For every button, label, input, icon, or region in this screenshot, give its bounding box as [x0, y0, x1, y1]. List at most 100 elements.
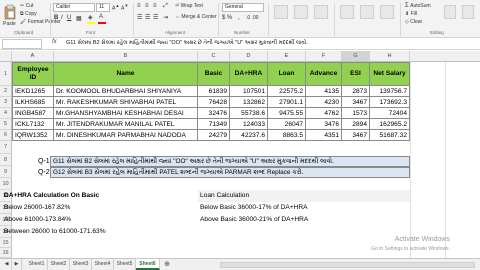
cell-esi[interactable]: 3467 — [342, 97, 370, 108]
underline-button[interactable]: U — [67, 15, 71, 21]
header-loan[interactable]: Loan — [268, 62, 306, 86]
cell-basic[interactable]: 24279 — [198, 130, 230, 141]
loan-title[interactable]: Loan Calculation — [200, 192, 249, 199]
currency-button[interactable]: $ % — [222, 15, 232, 21]
cell-loan[interactable]: 26047 — [268, 119, 306, 130]
cell-net-salary[interactable]: 72404 — [370, 108, 410, 119]
number-format-dropdown[interactable]: General — [222, 3, 264, 12]
tab-sheet1[interactable]: Sheet1 — [26, 259, 48, 270]
cell-name[interactable]: Mr. RAKESHKUMAR SHIVABHAI PATEL — [54, 97, 198, 108]
select-all-corner[interactable] — [0, 51, 12, 62]
cell-employee-id[interactable]: IEKD1265 — [12, 86, 54, 97]
add-sheet-button[interactable]: ⊕ — [162, 259, 172, 270]
cell-name[interactable]: Mr. DINESHKUMAR PARMABHAI NADODA — [54, 130, 198, 141]
cell-advance[interactable]: 4762 — [306, 108, 342, 119]
font-color-button[interactable]: A — [99, 14, 103, 20]
horizontal-scrollbar[interactable] — [220, 262, 475, 268]
delete-button[interactable] — [360, 5, 374, 19]
row-header-15[interactable]: 15 — [0, 238, 12, 248]
cut-button[interactable]: ✂ Cut — [20, 3, 33, 9]
fx-icon[interactable]: fx — [52, 39, 57, 45]
cell-esi[interactable]: 1573 — [342, 108, 370, 119]
formula-input[interactable]: G11 સેલમાં B2 સેલમાં રહેલ માહિતીમાંથી જ્… — [66, 40, 308, 47]
header-advance[interactable]: Advance — [306, 62, 342, 86]
column-header-d[interactable]: D — [230, 51, 268, 62]
cell-advance[interactable]: 3476 — [306, 119, 342, 130]
loan-line-1[interactable]: Below Basic 36000-17% of DA+HRA — [200, 204, 308, 211]
column-header-b[interactable]: B — [54, 51, 198, 62]
loan-line-2[interactable]: Above Basic 36000-21% of DA+HRA — [200, 216, 308, 223]
row-header-4[interactable]: 4 — [0, 108, 12, 119]
font-name-dropdown[interactable]: Calibri — [53, 3, 95, 12]
decimal-buttons[interactable]: .0 .00 — [246, 15, 259, 21]
grow-font-button[interactable]: A▲ — [112, 3, 119, 12]
da-hra-line-1[interactable]: Below 26000-167.82% — [4, 204, 70, 211]
cell-esi[interactable]: 3467 — [342, 130, 370, 141]
cell-basic[interactable]: 71349 — [198, 119, 230, 130]
tab-sheet4[interactable]: Sheet4 — [92, 259, 114, 270]
cell-name[interactable]: Mr. JITENDRAKUMAR MANILAL PATEL — [54, 119, 198, 130]
find-select-button[interactable] — [462, 5, 474, 19]
cell-loan[interactable]: 8863.5 — [268, 130, 306, 141]
insert-button[interactable] — [340, 5, 354, 19]
row-header-9[interactable]: 9 — [0, 166, 12, 178]
cell-da-hra[interactable]: 124033 — [230, 119, 268, 130]
cell-net-salary[interactable]: 51687.32 — [370, 130, 410, 141]
wrap-text-button[interactable]: ⏎ Wrap Text — [175, 3, 203, 9]
cell-net-salary[interactable]: 139756.7 — [370, 86, 410, 97]
copy-button[interactable]: ⧉ Copy — [20, 11, 37, 17]
header-net-salary[interactable]: Net Salary — [370, 62, 410, 86]
cell-net-salary[interactable]: 162965.2 — [370, 119, 410, 130]
merge-center-button[interactable]: ⇔ Merge & Center — [175, 14, 217, 20]
cell-employee-id[interactable]: ILKHS685 — [12, 97, 54, 108]
conditional-formatting-button[interactable] — [274, 5, 288, 19]
tab-scroll-left[interactable]: ◀ — [2, 259, 12, 270]
question-2-text[interactable]: G12 સેલમાં B3 સેલમાં રહેલ માહિતીમાંથી PA… — [53, 169, 303, 177]
cell-da-hra[interactable]: 42237.6 — [230, 130, 268, 141]
header-esi[interactable]: ESI — [342, 62, 370, 86]
header-name[interactable]: Name — [54, 62, 198, 86]
align-center-button[interactable]: ☰ — [145, 14, 150, 21]
font-size-dropdown[interactable]: 11 — [96, 3, 110, 12]
row-header-16[interactable]: 16 — [0, 248, 12, 258]
row-header-6[interactable]: 6 — [0, 130, 12, 141]
cell-esi[interactable]: 2873 — [342, 86, 370, 97]
autosum-button[interactable]: Σ AutoSum — [405, 3, 431, 9]
paste-button[interactable] — [3, 4, 17, 20]
column-header-f[interactable]: F — [306, 51, 342, 62]
cell-da-hra[interactable]: 132862 — [230, 97, 268, 108]
row-header-8[interactable]: 8 — [0, 154, 12, 166]
cell-basic[interactable]: 76428 — [198, 97, 230, 108]
column-header-c[interactable]: C — [198, 51, 230, 62]
da-hra-line-3[interactable]: Between 26000 to 61000-171.63% — [4, 228, 106, 235]
middle-align-button[interactable]: ≡ — [145, 3, 149, 9]
format-button[interactable] — [380, 5, 394, 19]
cell-employee-id[interactable]: IQRW1352 — [12, 130, 54, 141]
da-hra-line-2[interactable]: Above 61000-173.84% — [4, 216, 71, 223]
cell-name[interactable]: Dr. KOOMOOL BHUDARBHAI SHIYANIYA — [54, 86, 198, 97]
row-header-3[interactable]: 3 — [0, 97, 12, 108]
cell-employee-id[interactable]: ICKL7132 — [12, 119, 54, 130]
comma-button[interactable]: , — [238, 15, 240, 21]
cell-loan[interactable]: 27901.1 — [268, 97, 306, 108]
row-header-10[interactable]: 10 — [0, 178, 12, 190]
orientation-button[interactable]: ⤢ — [163, 3, 168, 10]
fill-color-button[interactable]: ◈ — [88, 14, 93, 21]
da-hra-title[interactable]: DA+HRA Calculation On Basic — [4, 192, 99, 199]
row-header-1[interactable]: 1 — [0, 62, 12, 86]
column-header-g[interactable]: G — [342, 51, 370, 62]
cell-advance[interactable]: 4351 — [306, 130, 342, 141]
bottom-align-button[interactable]: ≡ — [153, 3, 157, 9]
header-da-hra[interactable]: DA+HRA — [230, 62, 268, 86]
header-employee-id[interactable]: Employee ID — [12, 62, 54, 86]
cell-name[interactable]: Mr.GHANSHYAMBHAI KESHABHAI DESAI — [54, 108, 198, 119]
tab-scroll-right[interactable]: ▶ — [12, 259, 22, 270]
cell-da-hra[interactable]: 107501 — [230, 86, 268, 97]
sort-filter-button[interactable] — [444, 5, 456, 19]
name-box[interactable] — [2, 39, 42, 49]
borders-button[interactable]: ▦ — [76, 15, 82, 22]
cell-advance[interactable]: 4135 — [306, 86, 342, 97]
cell-esi[interactable]: 2894 — [342, 119, 370, 130]
cell-loan[interactable]: 9475.55 — [268, 108, 306, 119]
bold-button[interactable]: B — [54, 15, 58, 21]
